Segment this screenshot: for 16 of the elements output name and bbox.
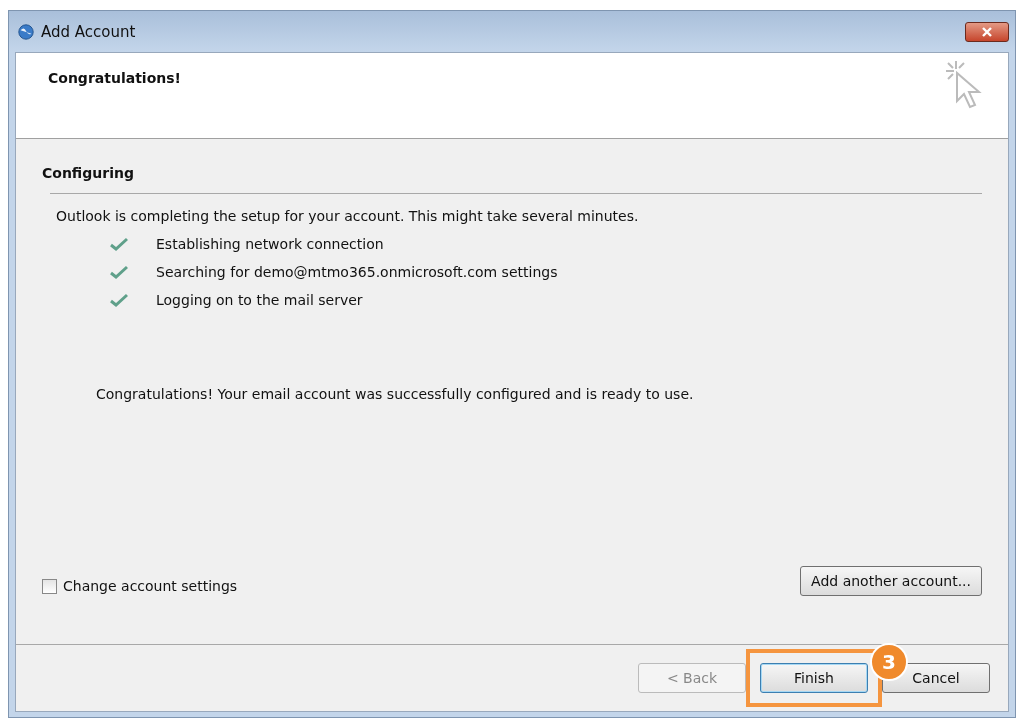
add-another-account-button[interactable]: Add another account...	[800, 566, 982, 596]
step-label: Searching for demo@mtmo365.onmicrosoft.com settings	[156, 264, 558, 280]
checkbox-label[interactable]: Change account settings	[63, 578, 238, 594]
success-message: Congratulations! Your email account was successfully configured and is ready to use.	[96, 386, 695, 402]
section-title: Configuring	[42, 165, 135, 181]
window-title: Add Account	[41, 22, 136, 41]
header-title: Congratulations!	[48, 70, 181, 88]
close-icon	[981, 26, 993, 37]
checkbox[interactable]	[42, 578, 57, 594]
globe-icon	[17, 22, 35, 41]
step-label: Establishing network connection	[156, 236, 384, 252]
step-number-badge: 3	[870, 643, 908, 681]
intro-text: Outlook is completing the setup for your account. This might take several minutes.	[56, 208, 640, 224]
close-button[interactable]	[965, 21, 1009, 42]
step-label: Logging on to the mail server	[156, 292, 363, 308]
dialog-button[interactable]: Finish	[760, 663, 868, 693]
